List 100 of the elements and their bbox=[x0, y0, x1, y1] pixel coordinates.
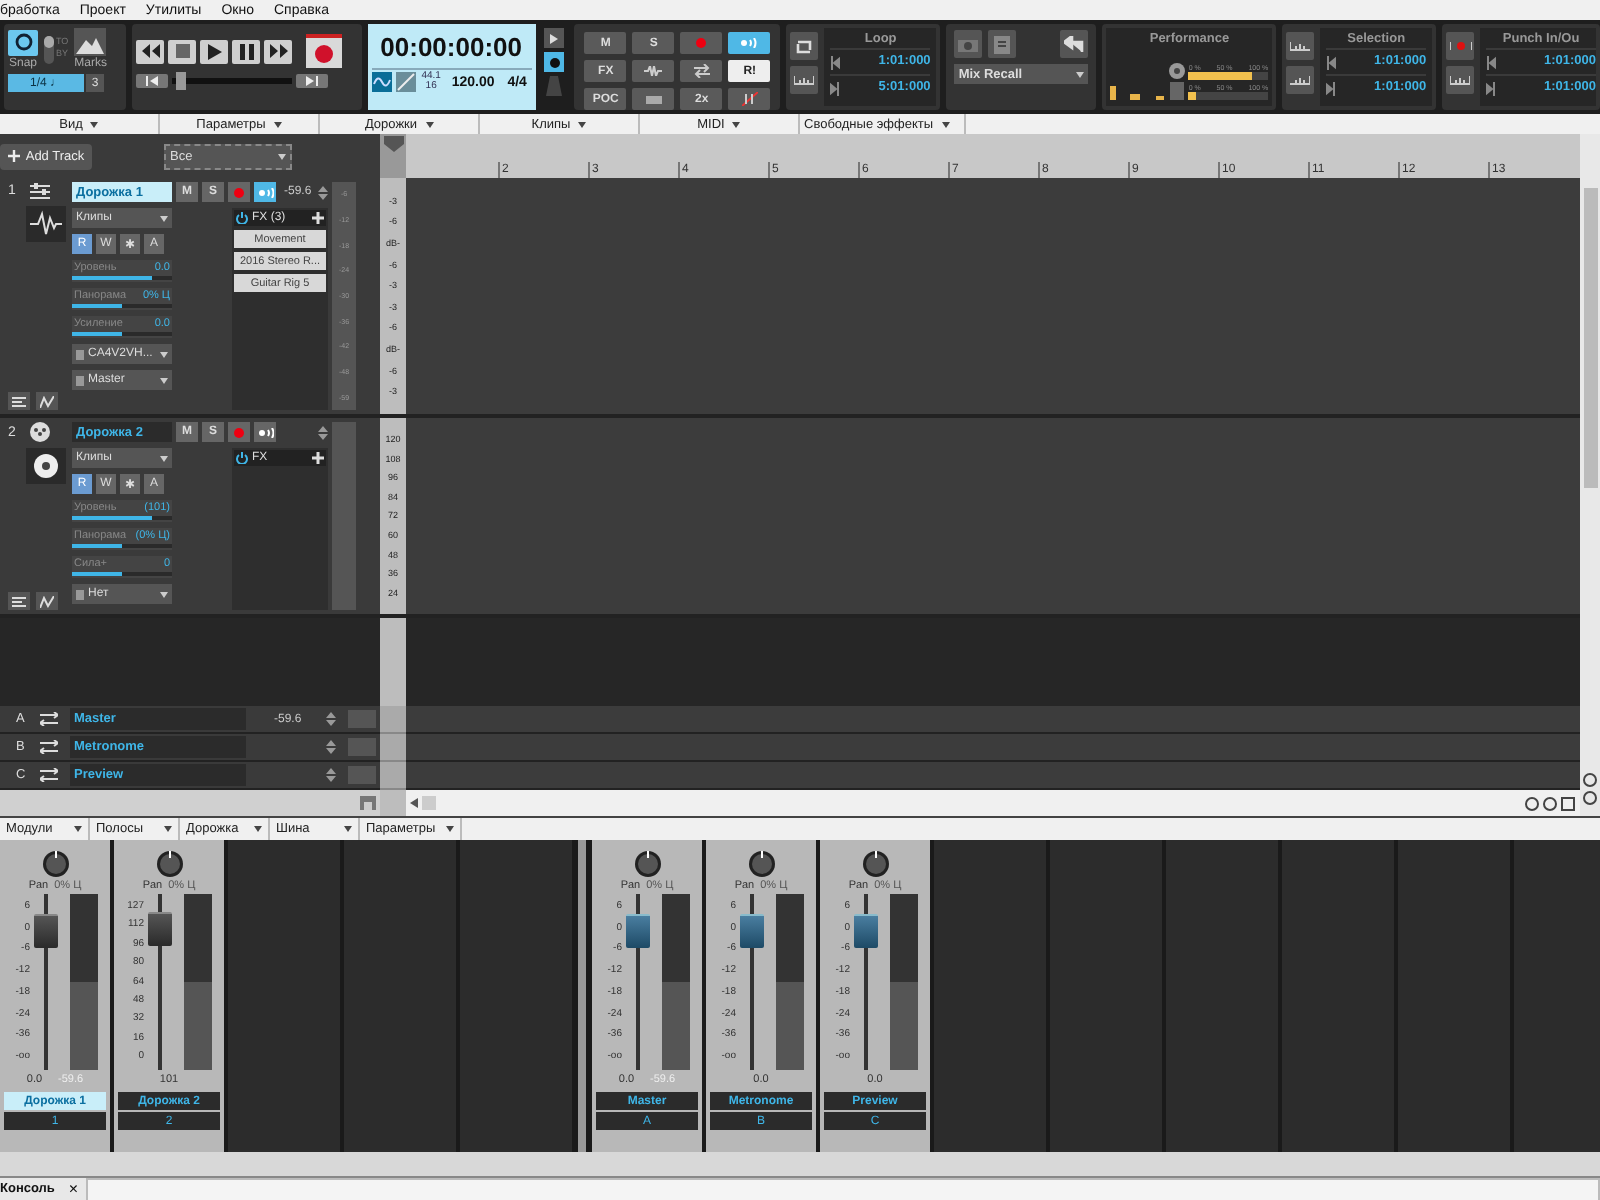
tracks-button[interactable] bbox=[8, 392, 30, 410]
zigzag-icon bbox=[40, 595, 54, 607]
fast-forward-button[interactable] bbox=[264, 39, 293, 63]
loop-icon bbox=[794, 37, 815, 55]
record-button[interactable] bbox=[306, 34, 343, 68]
plus-icon[interactable] bbox=[312, 452, 324, 464]
loop-button[interactable] bbox=[790, 32, 819, 60]
stop-button[interactable] bbox=[168, 39, 197, 63]
document-button[interactable] bbox=[988, 30, 1017, 58]
caret-icon bbox=[160, 377, 168, 383]
document-icon bbox=[994, 35, 1011, 53]
waveform-icon bbox=[26, 206, 66, 242]
scroll-thumb[interactable] bbox=[422, 796, 436, 810]
zigzag-icon bbox=[40, 395, 54, 407]
power-icon[interactable] bbox=[236, 452, 248, 464]
automation-button[interactable] bbox=[36, 392, 58, 410]
speaker-waves-icon bbox=[740, 38, 759, 48]
pan-knob[interactable] bbox=[41, 850, 69, 878]
record-icon bbox=[696, 38, 707, 48]
record-icon bbox=[234, 187, 244, 197]
skip-back-icon bbox=[146, 76, 159, 86]
start-marker-icon bbox=[1326, 55, 1337, 69]
ruler-button[interactable] bbox=[790, 66, 819, 94]
start-marker-icon bbox=[1486, 55, 1497, 69]
play-button[interactable] bbox=[544, 28, 565, 48]
close-button[interactable]: × bbox=[60, 1180, 87, 1198]
start-marker-icon bbox=[830, 55, 841, 69]
struck-bars-icon bbox=[741, 92, 758, 106]
synth-icon[interactable] bbox=[30, 422, 50, 442]
level-meter bbox=[348, 738, 376, 756]
input-echo-button[interactable] bbox=[254, 182, 276, 202]
pan-knob[interactable] bbox=[747, 850, 775, 878]
play-button[interactable] bbox=[200, 39, 229, 63]
rewind-icon bbox=[141, 44, 160, 58]
arrows-icon[interactable] bbox=[40, 712, 58, 726]
lines-icon bbox=[12, 395, 26, 407]
toggle-switch[interactable] bbox=[44, 35, 54, 63]
up-down-arrows-icon[interactable] bbox=[326, 768, 336, 782]
go-to-end-button[interactable] bbox=[296, 74, 329, 88]
ruler-button[interactable] bbox=[1446, 66, 1475, 94]
wave-button[interactable] bbox=[632, 60, 675, 82]
ruler-button[interactable] bbox=[1286, 66, 1315, 94]
undo-button[interactable] bbox=[1060, 30, 1089, 58]
caret-icon bbox=[254, 826, 262, 832]
ruler-icon bbox=[794, 74, 815, 86]
automation-button[interactable] bbox=[36, 592, 58, 610]
stop-icon bbox=[175, 44, 190, 58]
zoom-controls-icon[interactable] bbox=[1524, 795, 1576, 811]
save-icon[interactable] bbox=[360, 796, 376, 810]
dim-button[interactable] bbox=[632, 88, 675, 110]
input-echo-button[interactable] bbox=[728, 32, 771, 54]
camera-button[interactable] bbox=[954, 30, 983, 58]
vertical-scrollbar[interactable] bbox=[1580, 134, 1600, 816]
pause-icon bbox=[239, 43, 254, 59]
synth-knob-icon bbox=[26, 448, 66, 484]
time-readout: 00:00:00:00 bbox=[378, 30, 524, 66]
mountain-icon[interactable] bbox=[74, 28, 107, 56]
ruler-button[interactable] bbox=[1286, 32, 1315, 60]
up-down-arrows-icon[interactable] bbox=[326, 712, 336, 726]
tracks-button[interactable] bbox=[8, 592, 30, 610]
dot-icon bbox=[549, 57, 560, 67]
disable-button[interactable] bbox=[728, 88, 771, 110]
pan-knob[interactable] bbox=[155, 850, 183, 878]
caret-icon bbox=[425, 121, 434, 127]
now-time-slider[interactable] bbox=[172, 78, 293, 84]
caret-icon bbox=[344, 826, 352, 832]
pan-knob[interactable] bbox=[633, 850, 661, 878]
plus-icon[interactable] bbox=[312, 212, 324, 224]
horizontal-scrollbar[interactable] bbox=[406, 790, 1580, 816]
plus-icon bbox=[7, 150, 20, 162]
pan-knob[interactable] bbox=[861, 850, 889, 878]
arrows-icon[interactable] bbox=[40, 740, 58, 754]
left-arrow-icon[interactable] bbox=[410, 798, 418, 808]
slash-icon[interactable] bbox=[395, 72, 416, 92]
record-icon bbox=[314, 43, 335, 63]
record-icon bbox=[234, 427, 244, 437]
rewind-button[interactable] bbox=[136, 39, 165, 63]
input-echo-button[interactable] bbox=[254, 422, 276, 442]
up-down-arrows-icon[interactable] bbox=[318, 425, 328, 439]
snap-button[interactable] bbox=[8, 29, 38, 55]
swap-button[interactable] bbox=[680, 60, 723, 82]
speaker-waves-icon bbox=[257, 427, 273, 437]
go-to-start-button[interactable] bbox=[136, 74, 169, 88]
power-icon[interactable] bbox=[236, 212, 248, 224]
performance-meter bbox=[1188, 71, 1269, 79]
arrows-icon[interactable] bbox=[40, 768, 58, 782]
wave-icon[interactable] bbox=[371, 72, 392, 92]
up-down-arrows-icon[interactable] bbox=[318, 185, 328, 199]
level-meter bbox=[348, 710, 376, 728]
ruler-icon bbox=[1290, 40, 1311, 52]
sliders-icon[interactable] bbox=[30, 182, 50, 200]
punch-icon bbox=[1449, 40, 1472, 52]
pause-button[interactable] bbox=[232, 39, 261, 63]
chip-icon bbox=[1168, 82, 1187, 100]
scale-column bbox=[380, 734, 406, 762]
record-button[interactable] bbox=[544, 52, 565, 72]
play-icon bbox=[207, 43, 222, 59]
up-down-arrows-icon[interactable] bbox=[326, 740, 336, 754]
fast-forward-icon bbox=[269, 44, 288, 58]
ruler-icon bbox=[1450, 74, 1471, 86]
